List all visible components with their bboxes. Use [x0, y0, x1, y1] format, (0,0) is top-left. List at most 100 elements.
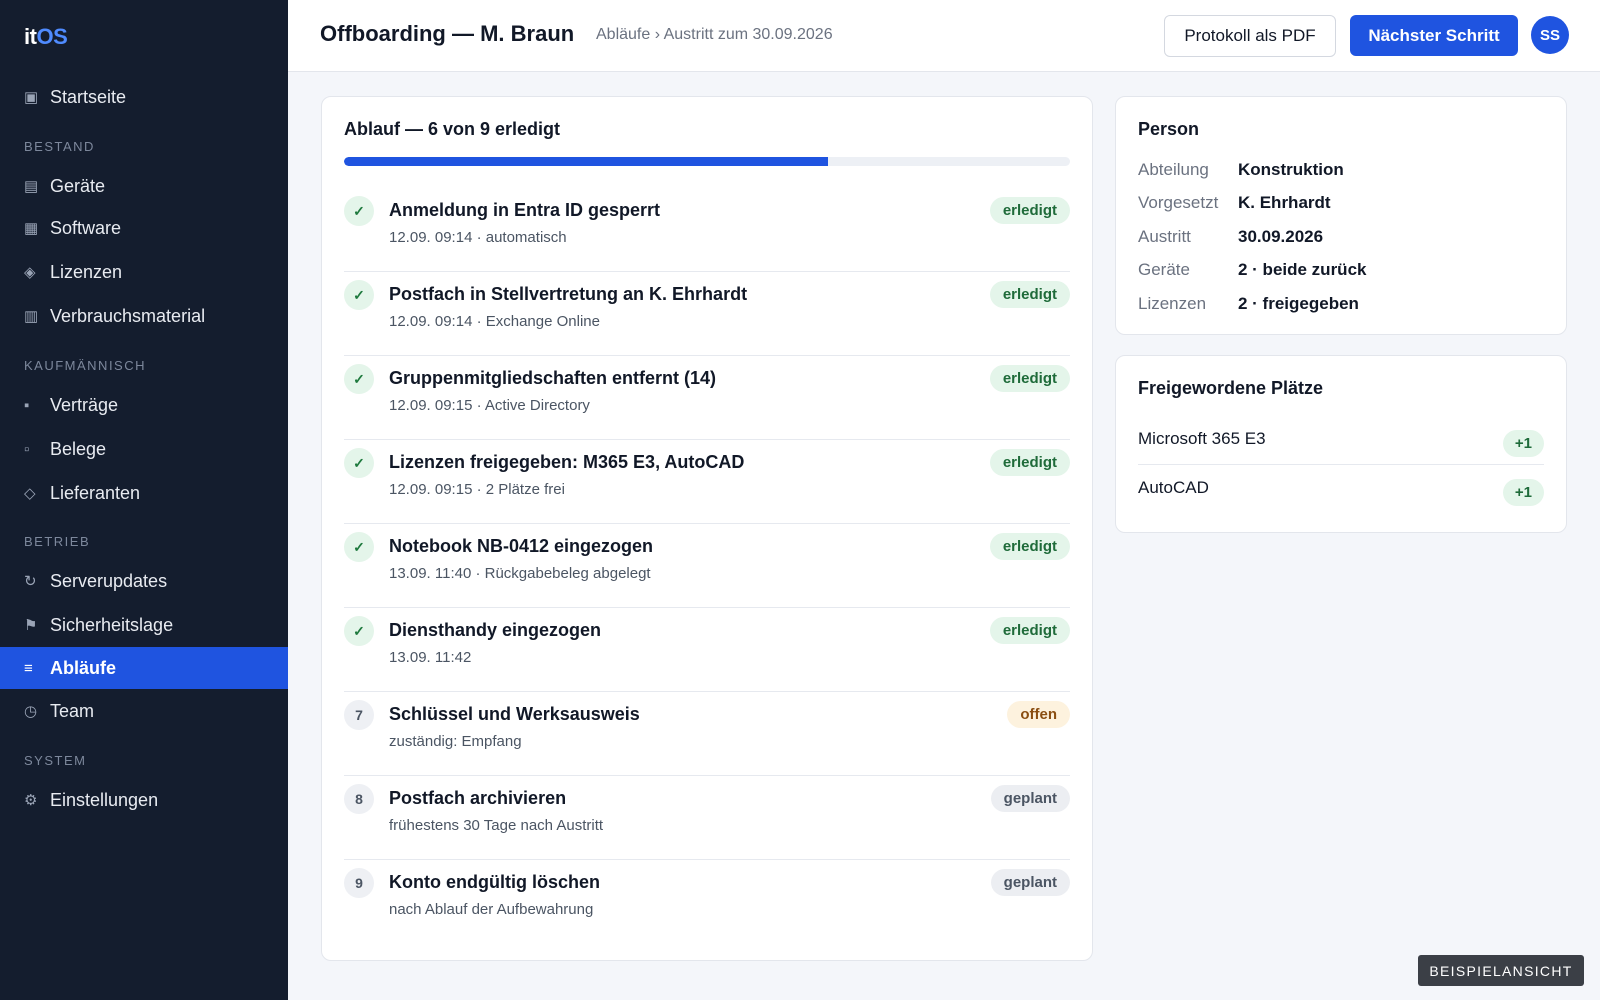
- breadcrumb[interactable]: Abläufe › Austritt zum 30.09.2026: [596, 26, 833, 44]
- status-badge: geplant: [990, 869, 1070, 896]
- check-icon: ✓: [344, 280, 374, 310]
- page-title: Offboarding — M. Braun: [320, 21, 575, 46]
- step-number: 9: [344, 868, 374, 898]
- workflow-step[interactable]: ✓ Diensthandy eingezogen 13.09. 11:42 er…: [344, 608, 1070, 692]
- step-title: Lizenzen freigegeben: M365 E3, AutoCAD: [389, 452, 745, 472]
- app-logo[interactable]: itOS: [24, 24, 68, 50]
- sidebar-item-einstellungen[interactable]: ⚙ Einstellungen: [0, 779, 288, 821]
- sidebar-item-lieferanten[interactable]: ◇ Lieferanten: [0, 472, 288, 514]
- field-value: K. Ehrhardt: [1238, 193, 1331, 212]
- sidebar-section-system: SYSTEM: [24, 753, 87, 768]
- sidebar-item-label: Team: [50, 700, 95, 721]
- seat-row[interactable]: AutoCAD +1: [1138, 466, 1544, 514]
- sidebar-item-verbrauchsmaterial[interactable]: ▥ Verbrauchsmaterial: [0, 295, 288, 337]
- sidebar-item-label: Lieferanten: [50, 482, 141, 503]
- next-step-button[interactable]: Nächster Schritt: [1350, 15, 1518, 56]
- field-label: Austritt: [1138, 227, 1191, 246]
- seat-name: AutoCAD: [1138, 478, 1209, 497]
- step-number: 7: [344, 700, 374, 730]
- sidebar-item-label: Belege: [50, 438, 107, 459]
- check-icon: ✓: [344, 448, 374, 478]
- sample-view-tag: BEISPIELANSICHT: [1418, 955, 1584, 986]
- workflow-step[interactable]: ✓ Lizenzen freigegeben: M365 E3, AutoCAD…: [344, 440, 1070, 524]
- step-title: Postfach archivieren: [389, 788, 567, 808]
- sidebar-item-software[interactable]: ▦ Software: [0, 207, 288, 249]
- seat-row[interactable]: Microsoft 365 E3 +1: [1138, 417, 1544, 465]
- sidebar-item-belege[interactable]: ▫ Belege: [0, 428, 288, 470]
- sidebar-item-label: Lizenzen: [50, 261, 123, 282]
- sidebar-item-vertraege[interactable]: ▪ Verträge: [0, 384, 288, 426]
- workflow-step[interactable]: 9 Konto endgültig löschen nach Ablauf de…: [344, 860, 1070, 944]
- workflow-step[interactable]: ✓ Notebook NB-0412 eingezogen 13.09. 11:…: [344, 524, 1070, 608]
- sidebar-item-label: Verträge: [50, 394, 119, 415]
- sidebar-item-lizenzen[interactable]: ◈ Lizenzen: [0, 251, 288, 293]
- field-label: Vorgesetzt: [1138, 193, 1219, 212]
- clock-icon: ◷: [24, 703, 38, 720]
- step-meta: 12.09. 09:14 · Exchange Online: [389, 313, 600, 330]
- sidebar-item-label: Software: [50, 217, 122, 238]
- seat-count-badge: +1: [1502, 430, 1544, 457]
- person-title: Person: [1138, 119, 1200, 139]
- status-badge: erledigt: [989, 617, 1070, 644]
- freed-seats-card: Freigewordene Plätze Microsoft 365 E3 +1…: [1115, 355, 1567, 533]
- sidebar-item-geraete[interactable]: ▤ Geräte: [0, 165, 288, 207]
- sidebar-item-label: Einstellungen: [50, 789, 159, 810]
- check-icon: ✓: [344, 532, 374, 562]
- sidebar-item-label: Sicherheitslage: [50, 614, 174, 635]
- step-meta: nach Ablauf der Aufbewahrung: [389, 901, 594, 918]
- list-icon: ≡: [24, 659, 33, 677]
- sidebar-section-betrieb: BETRIEB: [24, 534, 91, 549]
- avatar[interactable]: SS: [1531, 16, 1569, 54]
- sidebar-item-label: Startseite: [50, 86, 127, 107]
- workflow-step[interactable]: ✓ Anmeldung in Entra ID gesperrt 12.09. …: [344, 188, 1070, 272]
- sidebar-item-label: Serverupdates: [50, 570, 168, 591]
- contracts-icon: ▪: [24, 396, 30, 414]
- status-badge: offen: [1007, 701, 1070, 728]
- step-title: Gruppenmitgliedschaften entfernt (14): [389, 368, 717, 388]
- sidebar-item-label: Abläufe: [50, 657, 117, 678]
- step-title: Anmeldung in Entra ID gesperrt: [389, 200, 661, 220]
- sidebar-item-serverupdates[interactable]: ↻ Serverupdates: [0, 560, 288, 602]
- export-pdf-button[interactable]: Protokoll als PDF: [1164, 15, 1336, 57]
- sidebar-item-sicherheitslage[interactable]: ⚑ Sicherheitslage: [0, 604, 288, 646]
- sidebar-item-team[interactable]: ◷ Team: [0, 690, 288, 732]
- workflow-step[interactable]: ✓ Postfach in Stellvertretung an K. Ehrh…: [344, 272, 1070, 356]
- progress-fill: [344, 157, 829, 166]
- workflow-title: Ablauf — 6 von 9 erledigt: [344, 119, 561, 139]
- field-label: Lizenzen: [1138, 294, 1207, 313]
- step-title: Postfach in Stellvertretung an K. Ehrhar…: [389, 284, 748, 304]
- step-title: Diensthandy eingezogen: [389, 620, 602, 640]
- freed-seats-title: Freigewordene Plätze: [1138, 378, 1324, 398]
- sidebar-item-ablaeufe[interactable]: ≡ Abläufe: [0, 647, 288, 689]
- field-value: 2 · freigegeben: [1238, 294, 1359, 313]
- step-meta: frühestens 30 Tage nach Austritt: [389, 817, 604, 834]
- check-icon: ✓: [344, 616, 374, 646]
- workflow-step[interactable]: 7 Schlüssel und Werksausweis zuständig: …: [344, 692, 1070, 776]
- gear-icon: ⚙: [24, 792, 38, 809]
- sidebar-section-kaufmaennisch: KAUFMÄNNISCH: [24, 358, 147, 373]
- step-meta: 12.09. 09:15 · Active Directory: [389, 397, 590, 414]
- field-label: Geräte: [1138, 260, 1190, 279]
- step-meta: 13.09. 11:40 · Rückgabebeleg abgelegt: [389, 565, 651, 582]
- field-value: 2 · beide zurück: [1238, 260, 1367, 279]
- software-icon: ▦: [24, 220, 39, 237]
- status-badge: erledigt: [989, 365, 1070, 392]
- sidebar-item-label: Verbrauchsmaterial: [50, 305, 206, 326]
- sidebar-item-label: Geräte: [50, 175, 106, 196]
- sidebar: itOS ▣ Startseite BESTAND ▤ Geräte ▦ Sof…: [0, 0, 288, 1000]
- step-title: Konto endgültig löschen: [389, 872, 600, 892]
- status-badge: erledigt: [989, 281, 1070, 308]
- status-badge: erledigt: [989, 449, 1070, 476]
- seat-name: Microsoft 365 E3: [1138, 429, 1266, 448]
- dashboard-icon: ▣: [24, 89, 39, 106]
- step-meta: 13.09. 11:42: [389, 649, 472, 666]
- step-title: Schlüssel und Werksausweis: [389, 704, 640, 724]
- sidebar-section-bestand: BESTAND: [24, 139, 95, 154]
- top-header: Offboarding — M. Braun Abläufe › Austrit…: [288, 0, 1600, 72]
- receipts-icon: ▫: [24, 440, 30, 458]
- seat-count-badge: +1: [1502, 479, 1544, 506]
- progress-bar: [344, 157, 1070, 166]
- sidebar-item-startseite[interactable]: ▣ Startseite: [0, 76, 288, 118]
- workflow-step[interactable]: ✓ Gruppenmitgliedschaften entfernt (14) …: [344, 356, 1070, 440]
- workflow-step[interactable]: 8 Postfach archivieren frühestens 30 Tag…: [344, 776, 1070, 860]
